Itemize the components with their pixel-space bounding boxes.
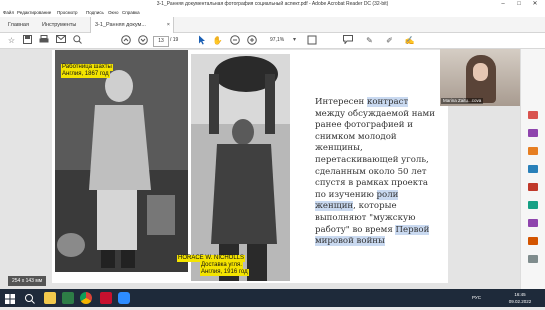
page-total: / 19 [170,37,179,43]
photo1-caption-line1: Работница шахты [61,64,113,71]
tab-tools[interactable]: Инструменты [42,17,76,33]
menu-file[interactable]: Файл [3,8,14,17]
combine-files-icon[interactable] [528,165,538,173]
clock[interactable]: 16:45 09.02.2022 [503,291,537,305]
window-title: 3-1_Ранняя документальная фотография соц… [156,1,389,7]
page-number-input[interactable]: 13 [153,36,169,47]
export-pdf-icon[interactable] [528,183,538,191]
create-pdf-icon[interactable] [528,111,538,119]
organize-pages-icon[interactable] [528,201,538,209]
photo1-caption-line2: Англия, 1867 год [61,71,110,78]
taskbar: РУС 16:45 09.02.2022 [0,289,545,307]
menu-bar: Файл Редактирование Просмотр Подпись Окн… [0,8,545,17]
photo2-caption-line1: HORACE W. NICHOLLS [177,255,246,262]
edit-pdf-icon[interactable] [528,129,538,137]
tab-bar: Главная Инструменты 3-1_Ранняя докум... … [0,17,545,33]
acrobat-icon[interactable] [100,292,112,304]
save-icon[interactable] [22,35,33,46]
video-participant-tile[interactable]: Marina Zaitu...cova [440,49,520,106]
app-icon[interactable] [62,292,74,304]
minimize-button[interactable]: – [496,0,510,8]
clock-time: 16:45 [514,292,526,297]
menu-view[interactable]: Просмотр [57,8,78,17]
search-taskbar-icon[interactable] [24,292,36,304]
prev-page-icon[interactable] [120,35,131,46]
participant-name: Marina Zaitu...cova [441,98,484,104]
email-icon[interactable] [55,35,66,46]
fill-sign-icon[interactable] [528,219,538,227]
pen-icon[interactable]: ✎ [364,35,375,46]
file-explorer-icon[interactable] [44,292,56,304]
comment-icon[interactable] [342,35,353,46]
menu-window[interactable]: Окно [108,8,118,17]
language-indicator[interactable]: РУС [472,294,481,302]
menu-sign[interactable]: Подпись [86,8,104,17]
maximize-button[interactable]: □ [512,0,526,8]
select-cursor-icon[interactable] [196,35,207,46]
zoom-dropdown-icon[interactable]: ▾ [289,35,300,46]
slide-text-fragment: Интересен [315,97,368,107]
search-icon[interactable] [72,35,83,46]
close-window-button[interactable]: ✕ [528,0,542,8]
highlighted-text: контраст [367,97,409,107]
chrome-icon[interactable] [80,292,92,304]
zoom-app-icon[interactable] [118,292,130,304]
right-tools-panel [520,49,545,289]
hand-icon[interactable]: ✋ [212,35,223,46]
zoom-level[interactable]: 97,1% [270,35,284,46]
zoom-in-icon[interactable] [246,35,257,46]
windows-start-icon[interactable] [4,292,16,304]
tab-home[interactable]: Главная [8,17,29,33]
zoom-out-icon[interactable] [229,35,240,46]
page-size-badge: 254 x 143 мм [8,276,47,286]
photo2-caption-line3: Англия, 1916 год [200,269,249,276]
photo-mine-worker: Работница шахты Англия, 1867 год [55,50,188,272]
toolbar: ☆ 13 / 19 ✋ 97,1% ▾ ✎ ✐ ✍ [0,33,545,49]
star-icon[interactable]: ☆ [6,35,17,46]
more-tools-icon[interactable] [528,255,538,263]
slide-text: Интересен контраст между обсуждаемой нам… [315,97,437,248]
protect-icon[interactable] [528,237,538,245]
print-icon[interactable] [38,35,49,46]
tab-close-icon[interactable]: × [167,17,170,33]
comment-tool-icon[interactable] [528,147,538,155]
menu-help[interactable]: Справка [122,8,140,17]
sign-icon[interactable]: ✍ [404,35,415,46]
tab-document-label: 3-1_Ранняя докум... [95,22,146,28]
next-page-icon[interactable] [137,35,148,46]
participant-face [473,63,488,81]
clock-date: 09.02.2022 [508,299,532,304]
menu-edit[interactable]: Редактирование [17,8,51,17]
highlight-icon[interactable]: ✐ [384,35,395,46]
fit-icon[interactable] [306,35,317,46]
title-bar: 3-1_Ранняя документальная фотография соц… [0,0,545,8]
slide-text-fragment: между обсуждаемой нами ранее фотографией… [315,108,435,200]
tab-document[interactable]: 3-1_Ранняя докум... × [90,17,174,33]
photo2-caption-line2: Доставка угля. [200,262,243,269]
photo-coal-delivery [191,54,290,281]
